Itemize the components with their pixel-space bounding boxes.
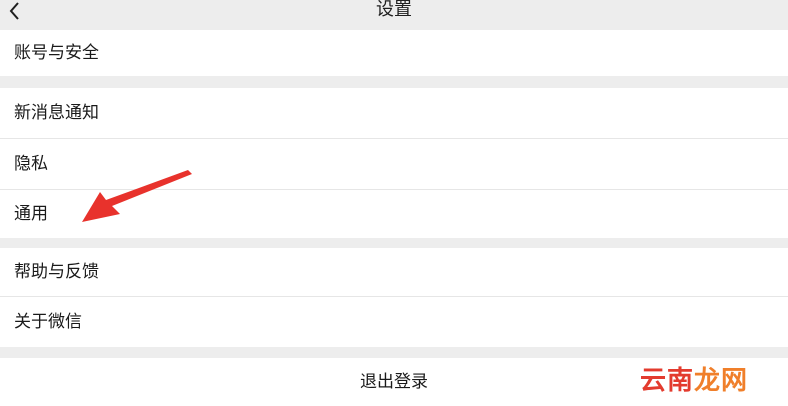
settings-item-label: 隐私 bbox=[14, 154, 48, 174]
settings-item-account-security[interactable]: 账号与安全 bbox=[0, 30, 788, 76]
settings-item-label: 新消息通知 bbox=[14, 103, 99, 123]
settings-item-label: 通用 bbox=[14, 204, 48, 224]
settings-item-label: 关于微信 bbox=[14, 312, 82, 332]
settings-item-notifications[interactable]: 新消息通知 bbox=[0, 88, 788, 138]
settings-item-about-wechat[interactable]: 关于微信 bbox=[0, 297, 788, 347]
settings-item-help-feedback[interactable]: 帮助与反馈 bbox=[0, 248, 788, 296]
settings-item-label: 账号与安全 bbox=[14, 43, 99, 63]
red-arrow-icon bbox=[82, 170, 192, 222]
settings-item-label: 帮助与反馈 bbox=[14, 262, 99, 282]
watermark-part1: 云南 bbox=[639, 366, 694, 396]
watermark-part2: 龙网 bbox=[693, 366, 748, 396]
page-title: 设置 bbox=[376, 0, 412, 20]
nav-header: 设置 bbox=[0, 0, 788, 28]
watermark-logo: 云南龙网 bbox=[640, 366, 748, 396]
